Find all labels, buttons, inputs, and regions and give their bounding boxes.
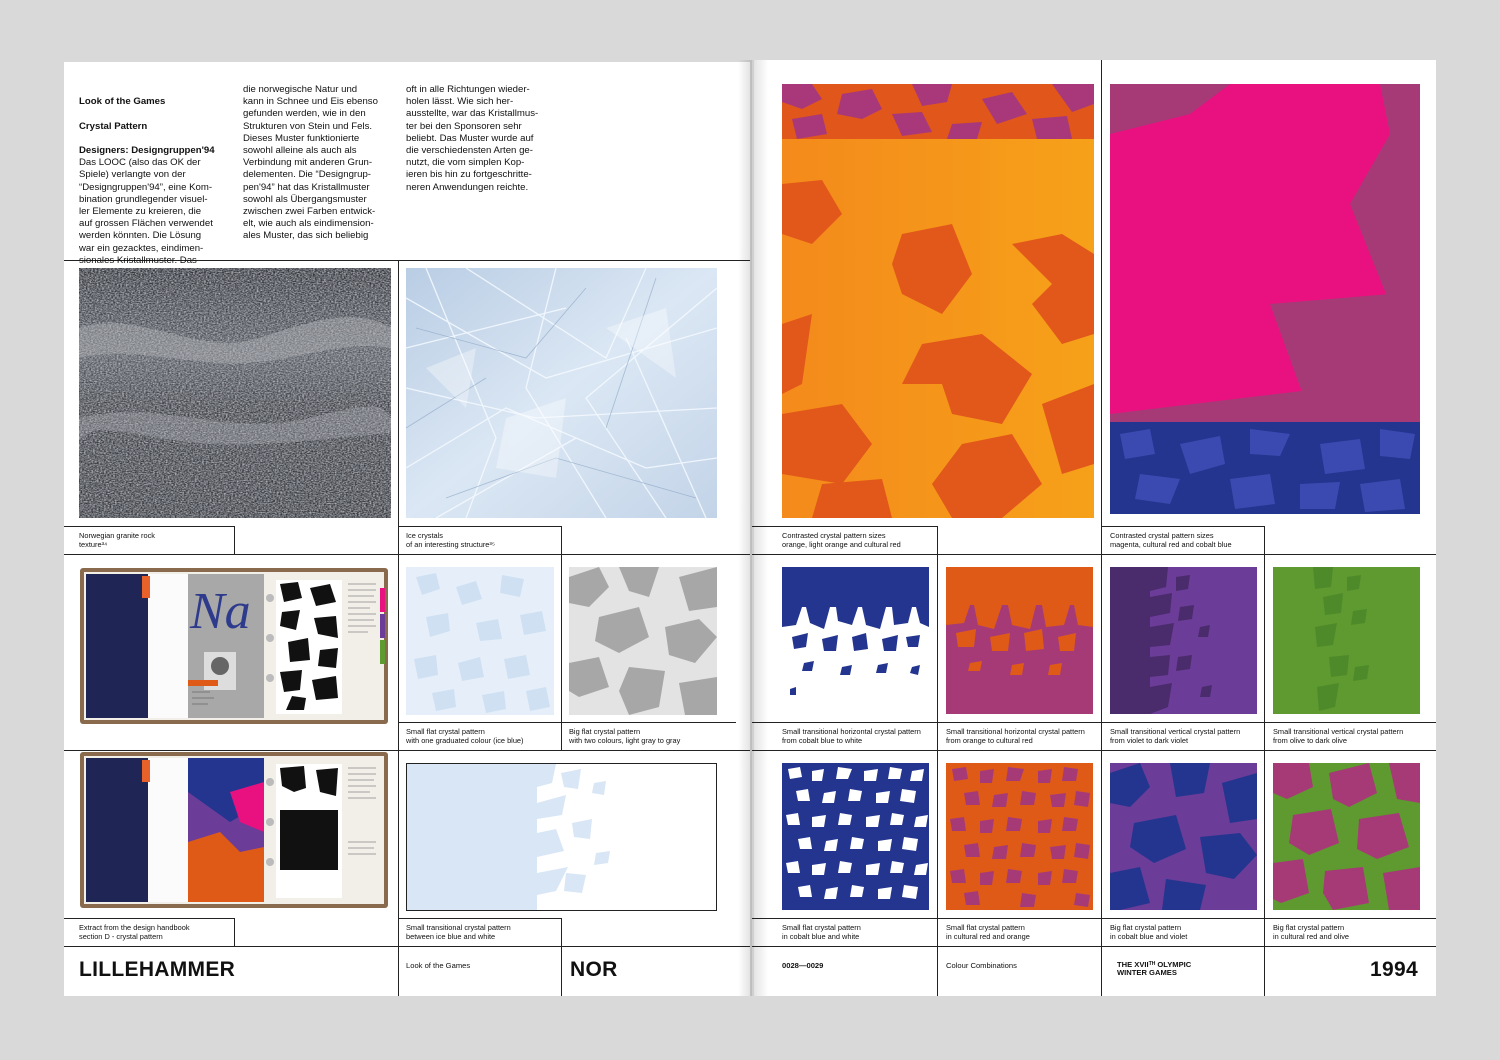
ice-image (406, 268, 717, 518)
tile-cobalt-white-transition (782, 567, 929, 714)
tile-orange-red-transition (946, 567, 1093, 714)
handbook-image-1: Na (80, 568, 388, 724)
caption-r2-3b: in cobalt blue and violet (1110, 931, 1188, 941)
caption-magenta-big-2: magenta, cultural red and cobalt blue (1110, 539, 1232, 549)
granite-image (79, 268, 391, 518)
intro-col-1: Look of the Games Crystal Pattern Design… (79, 84, 233, 279)
orange-crystal-panel (782, 84, 1094, 518)
caption-granite: Norwegian granite rock texture³⁴ (79, 531, 155, 549)
big-gray-pattern (569, 567, 717, 715)
tile-red-orange-flat (946, 763, 1093, 910)
small-ice-pattern (406, 567, 554, 715)
caption-small-ice: Small flat crystal pattern with one gradu… (406, 727, 524, 745)
caption-big-gray: Big flat crystal pattern with two colours… (569, 727, 681, 745)
caption-r2-2: Small flat crystal pattern in cultural re… (946, 923, 1030, 941)
tile-cobalt-violet-flat (1110, 763, 1257, 910)
caption-r2-1b: in cobalt blue and white (782, 931, 860, 941)
caption-r1-4b: from olive to dark olive (1273, 735, 1347, 745)
footer-pages: 0028—0029 (782, 961, 824, 970)
tile-cobalt-white-flat (782, 763, 929, 910)
handbook-na-letters: Na (189, 583, 251, 640)
tile-red-olive-flat (1273, 763, 1420, 910)
caption-granite-2: texture³⁴ (79, 539, 108, 549)
intro-col-2: die norwegische Natur und kann in Schnee… (243, 84, 378, 242)
magenta-crystal-panel (1110, 84, 1420, 514)
caption-r2-1: Small flat crystal pattern in cobalt blue… (782, 923, 861, 941)
caption-ice-2: of an interesting structure³⁵ (406, 539, 495, 549)
caption-orange-big: Contrasted crystal pattern sizes orange, … (782, 531, 901, 549)
intro-col-3: oft in alle Richtungen wieder- holen läs… (406, 84, 539, 193)
caption-big-gray-2: with two colours, light gray to gray (569, 735, 681, 745)
caption-handbook: Extract from the design handbook section … (79, 923, 190, 941)
caption-r1-1b: from cobalt blue to white (782, 735, 863, 745)
caption-r2-3: Big flat crystal pattern in cobalt blue a… (1110, 923, 1188, 941)
caption-r2-4: Big flat crystal pattern in cultural red … (1273, 923, 1350, 941)
caption-r1-3b: from violet to dark violet (1110, 735, 1189, 745)
intro-heading-2: Crystal Pattern (79, 120, 148, 132)
caption-handbook-2: section D - crystal pattern (79, 931, 163, 941)
footer-country: NOR (570, 958, 618, 981)
intro-heading-1: Look of the Games (79, 96, 166, 108)
caption-orange-big-2: orange, light orange and cultural red (782, 539, 901, 549)
footer-topic: Colour Combinations (946, 961, 1017, 970)
caption-ice: Ice crystals of an interesting structure³… (406, 531, 495, 549)
handbook-image-2 (80, 752, 388, 908)
caption-r1-3: Small transitional vertical crystal patt… (1110, 727, 1240, 745)
footer-year: 1994 (1370, 958, 1418, 981)
caption-r1-2b: from orange to cultural red (946, 735, 1033, 745)
caption-r1-4: Small transitional vertical crystal patt… (1273, 727, 1403, 745)
intro-text-1: Das LOOC (also das OK der Spiele) verlan… (79, 157, 213, 278)
footer-section: Look of the Games (406, 961, 471, 970)
caption-r2-4b: in cultural red and olive (1273, 931, 1350, 941)
caption-r1-1: Small transitional horizontal crystal pa… (782, 727, 921, 745)
tile-olive-transition (1273, 567, 1420, 714)
caption-r1-2: Small transitional horizontal crystal pa… (946, 727, 1085, 745)
caption-small-ice-2: with one graduated colour (ice blue) (406, 735, 524, 745)
intro-heading-3: Designers: Designgruppen'94 (79, 145, 215, 157)
footer-games-2: WINTER GAMES (1117, 968, 1177, 977)
footer-games: THE XVIIᵀᴴ OLYMPIC WINTER GAMES (1117, 961, 1191, 977)
caption-trans-ice: Small transitional crystal pattern betwee… (406, 923, 511, 941)
caption-trans-ice-2: between ice blue and white (406, 931, 496, 941)
footer-city: LILLEHAMMER (79, 958, 236, 981)
caption-magenta-big: Contrasted crystal pattern sizes magenta,… (1110, 531, 1232, 549)
transitional-ice-pattern (406, 763, 717, 911)
tile-violet-transition (1110, 567, 1257, 714)
caption-r2-2b: in cultural red and orange (946, 931, 1030, 941)
